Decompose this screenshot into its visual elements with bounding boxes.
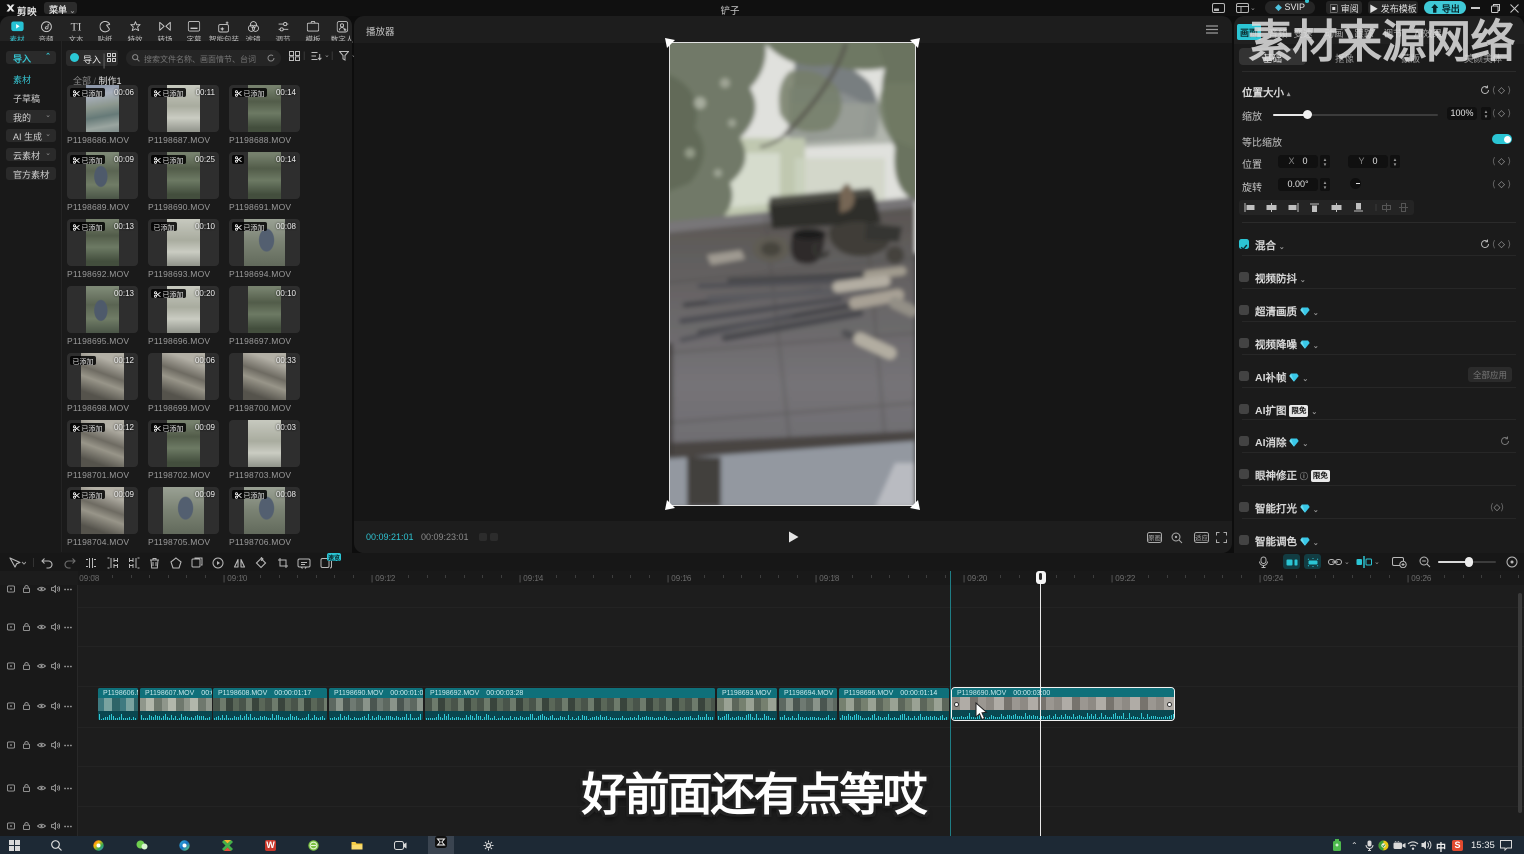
svg-text:适应: 适应 — [1195, 533, 1209, 542]
svg-text:原画: 原画 — [1148, 534, 1161, 542]
svg-text:TI: TI — [70, 21, 81, 32]
